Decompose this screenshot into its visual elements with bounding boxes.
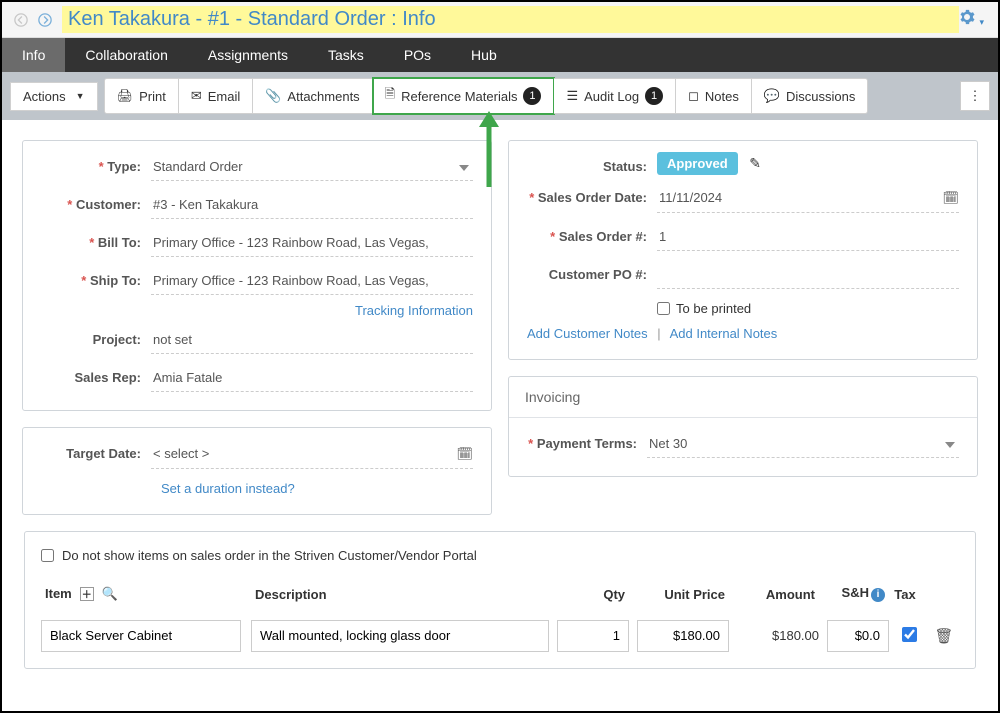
add-customer-notes-link[interactable]: Add Customer Notes — [527, 326, 648, 341]
portal-checkbox[interactable] — [41, 549, 54, 562]
tab-tasks[interactable]: Tasks — [308, 38, 384, 72]
tab-pos[interactable]: POs — [384, 38, 451, 72]
search-item-icon[interactable]: 🔍 — [102, 586, 118, 602]
type-label: * Type: — [41, 155, 151, 174]
print-icon: 🖨 — [117, 88, 134, 104]
type-select[interactable]: Standard Order — [151, 155, 473, 181]
order-date-label: * Sales Order Date: — [527, 186, 657, 205]
status-badge: Approved — [657, 152, 738, 175]
invoicing-title: Invoicing — [509, 377, 977, 417]
reference-badge: 1 — [523, 87, 541, 105]
customer-field[interactable]: #3 - Ken Takakura — [151, 193, 473, 219]
customer-label: * Customer: — [41, 193, 151, 212]
target-date-panel: Target Date: < select > 🗓 Set a duration… — [22, 427, 492, 515]
delete-row-icon[interactable]: 🗑 — [929, 627, 959, 645]
billto-label: * Bill To: — [41, 231, 151, 250]
email-button[interactable]: ✉Email — [179, 78, 253, 114]
page-title: Ken Takakura - #1 - Standard Order : Inf… — [62, 6, 959, 33]
actions-button[interactable]: Actions▼ — [10, 82, 98, 111]
payment-terms-select[interactable]: Net 30 — [647, 432, 959, 458]
shipto-label: * Ship To: — [41, 269, 151, 288]
more-button[interactable]: ⋮ — [960, 81, 990, 111]
tobeprinted-label: To be printed — [676, 301, 751, 316]
items-panel: Do not show items on sales order in the … — [24, 531, 976, 669]
tab-hub[interactable]: Hub — [451, 38, 517, 72]
list-icon: ☰ — [566, 88, 578, 104]
target-date-label: Target Date: — [41, 442, 151, 461]
attachments-button[interactable]: 📎Attachments — [253, 78, 372, 114]
billto-field[interactable]: Primary Office - 123 Rainbow Road, Las V… — [151, 231, 473, 257]
item-amount: $180.00 — [729, 628, 819, 643]
target-date-field[interactable]: < select > 🗓 — [151, 442, 473, 469]
item-tax-checkbox[interactable] — [902, 627, 917, 642]
audit-badge: 1 — [645, 87, 663, 105]
ordernum-label: * Sales Order #: — [527, 225, 657, 244]
salesrep-label: Sales Rep: — [41, 366, 151, 385]
order-date-field[interactable]: 11/11/2024 🗓 — [657, 186, 959, 213]
print-button[interactable]: 🖨Print — [104, 78, 179, 114]
notes-button[interactable]: ◻Notes — [676, 78, 752, 114]
items-table-head: Item ＋ 🔍 Description Qty Unit Price Amou… — [41, 575, 959, 610]
salesrep-field[interactable]: Amia Fatale — [151, 366, 473, 392]
calendar-icon[interactable]: 🗓 — [942, 190, 959, 206]
page-header: Ken Takakura - #1 - Standard Order : Inf… — [2, 2, 998, 38]
payment-terms-label: * Payment Terms: — [527, 432, 647, 451]
nav-back-icon[interactable] — [10, 9, 32, 31]
action-toolbar: Actions▼ 🖨Print ✉Email 📎Attachments 🗎Ref… — [2, 72, 998, 120]
item-row: $180.00 🗑 — [41, 610, 959, 652]
cpo-label: Customer PO #: — [527, 263, 657, 282]
status-panel: Status: Approved ✎ * Sales Order Date: 1… — [508, 140, 978, 360]
details-panel: * Type: Standard Order * Customer: #3 - … — [22, 140, 492, 411]
tobeprinted-checkbox[interactable] — [657, 302, 670, 315]
paperclip-icon: 📎 — [265, 88, 281, 104]
tracking-link[interactable]: Tracking Information — [355, 303, 473, 318]
tab-info[interactable]: Info — [2, 38, 65, 72]
project-field[interactable]: not set — [151, 328, 473, 354]
tab-collaboration[interactable]: Collaboration — [65, 38, 188, 72]
shipto-field[interactable]: Primary Office - 123 Rainbow Road, Las V… — [151, 269, 473, 295]
chat-icon: 💬 — [764, 88, 780, 104]
add-item-icon[interactable]: ＋ — [80, 587, 94, 601]
tab-bar: Info Collaboration Assignments Tasks POs… — [2, 38, 998, 72]
item-name-input[interactable] — [41, 620, 241, 652]
status-label: Status: — [527, 155, 657, 174]
document-icon: 🗎 — [385, 85, 395, 107]
item-qty-input[interactable] — [557, 620, 629, 652]
note-icon: ◻ — [688, 88, 699, 104]
audit-log-button[interactable]: ☰Audit Log 1 — [554, 78, 676, 114]
gear-icon[interactable]: ▾ — [959, 9, 984, 30]
portal-label: Do not show items on sales order in the … — [62, 548, 477, 563]
item-price-input[interactable] — [637, 620, 729, 652]
email-icon: ✉ — [191, 88, 202, 104]
cpo-field[interactable] — [657, 263, 959, 289]
item-sh-input[interactable] — [827, 620, 889, 652]
nav-forward-icon[interactable] — [34, 9, 56, 31]
tab-assignments[interactable]: Assignments — [188, 38, 308, 72]
add-internal-notes-link[interactable]: Add Internal Notes — [670, 326, 778, 341]
discussions-button[interactable]: 💬Discussions — [752, 78, 869, 114]
item-desc-input[interactable] — [251, 620, 549, 652]
calendar-icon[interactable]: 🗓 — [456, 446, 473, 462]
invoicing-panel: Invoicing * Payment Terms: Net 30 — [508, 376, 978, 477]
edit-status-icon[interactable]: ✎ — [749, 155, 761, 171]
info-icon[interactable]: i — [871, 588, 885, 602]
duration-link[interactable]: Set a duration instead? — [161, 481, 295, 496]
reference-materials-button[interactable]: 🗎Reference Materials 1 — [373, 78, 555, 114]
project-label: Project: — [41, 328, 151, 347]
ordernum-field[interactable]: 1 — [657, 225, 959, 251]
